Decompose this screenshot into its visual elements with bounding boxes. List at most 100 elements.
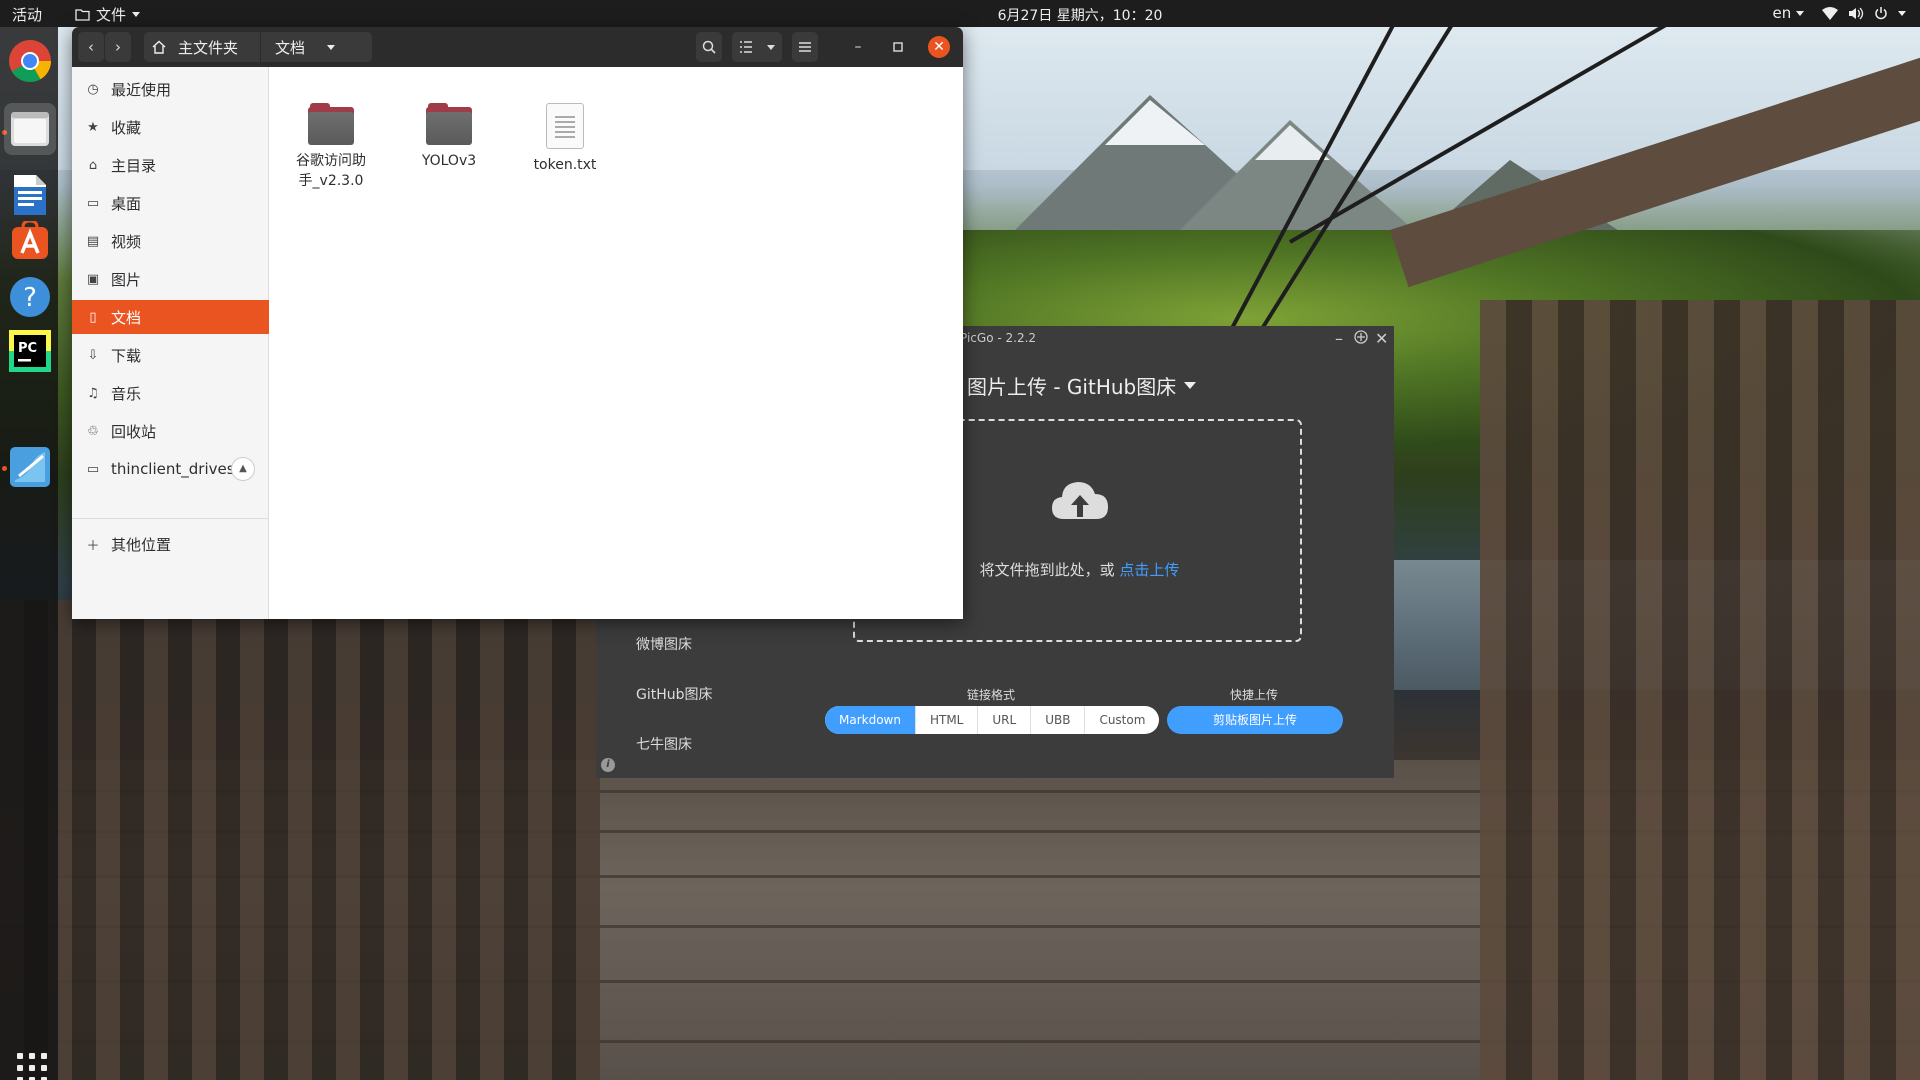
desktop-icon: ▭ [86,195,100,211]
sidebar-item-label: 回收站 [111,422,157,441]
star-icon: ★ [87,119,99,135]
breadcrumb-documents[interactable]: 文档 [275,32,336,62]
document-icon: ▯ [89,309,97,325]
sidebar-item-label: 视频 [111,232,142,251]
dock: ? PC [0,27,58,1080]
format-html[interactable]: HTML [916,706,979,734]
sidebar-item-thinclient-drives[interactable]: ▭ thinclient_drives ▲ [72,452,269,486]
file-item[interactable]: 谷歌访问助 手_v2.3.0 [276,103,386,192]
format-ubb[interactable]: UBB [1031,706,1086,734]
sidebar-item-trash[interactable]: ♲ 回收站 [72,414,269,448]
chevron-right-icon: › [115,38,121,56]
maximize-button[interactable] [887,36,909,58]
help-icon: ? [10,277,50,317]
software-launcher[interactable] [8,219,52,263]
link-format-selector: Markdown HTML URL UBB Custom [825,706,1160,734]
sidebar-item-label: 桌面 [111,194,142,213]
file-item[interactable]: YOLOv3 [394,103,504,171]
file-manager-window: ‹ › 主文件夹 文档 – ✕ ◷ 最近使用 ★ 收藏 ⌂ 主目录 ▭ 桌面 ▤… [72,27,963,619]
language-indicator[interactable]: en [1772,4,1804,22]
help-launcher[interactable]: ? [8,275,52,319]
file-item[interactable]: token.txt [510,103,620,175]
sidebar-item-label: thinclient_drives [111,460,235,478]
pin-icon[interactable] [1354,329,1368,348]
top-bar: 活动 文件 6月27日 星期六，10：20 en [0,0,1920,27]
chevron-down-icon [1796,11,1804,16]
apps-grid-icon[interactable] [17,1053,47,1080]
click-upload-link[interactable]: 点击上传 [1119,561,1179,579]
maximize-icon [893,42,903,52]
picgo-icon [10,447,50,487]
file-manager-headerbar[interactable]: ‹ › 主文件夹 文档 – ✕ [72,27,963,67]
search-button[interactable] [696,32,722,62]
wifi-icon [1822,6,1838,20]
upload-title-text: 图片上传 - GitHub图床 [967,375,1177,399]
sidebar-item-label: 其他位置 [111,535,172,554]
sidebar-item-label: 主目录 [111,156,157,175]
writer-icon [14,175,46,215]
sidebar-item-pictures[interactable]: ▣ 图片 [72,262,269,296]
breadcrumb-documents-label: 文档 [275,38,306,57]
running-indicator [2,466,7,471]
sidebar-item-weibo[interactable]: 微博图床 [636,634,692,654]
sidebar-item-label: 音乐 [111,384,142,403]
home-icon: ⌂ [88,157,98,173]
svg-text:PC: PC [18,341,37,356]
menu-button[interactable] [792,32,818,62]
chevron-down-icon [1898,10,1906,16]
music-icon: ♫ [87,385,99,401]
trash-icon: ♲ [87,423,99,439]
sidebar-item-qiniu[interactable]: 七牛图床 [636,734,692,754]
breadcrumb-home[interactable]: 主文件夹 [152,32,238,62]
format-url[interactable]: URL [978,706,1032,734]
close-button[interactable]: ✕ [928,36,950,58]
writer-launcher[interactable] [8,173,52,217]
sidebar-item-music[interactable]: ♫ 音乐 [72,376,269,410]
minimize-button[interactable]: – [847,36,869,58]
pycharm-launcher[interactable]: PC [8,329,52,373]
back-button[interactable]: ‹ [78,32,104,62]
drive-icon: ▭ [86,461,100,477]
picgo-launcher[interactable] [8,445,52,489]
sidebar-item-desktop[interactable]: ▭ 桌面 [72,186,269,220]
picture-icon: ▣ [86,271,100,287]
chrome-icon [9,39,52,83]
sidebar-item-starred[interactable]: ★ 收藏 [72,110,269,144]
sidebar-item-downloads[interactable]: ⇩ 下载 [72,338,269,372]
files-launcher[interactable] [4,103,56,155]
sidebar-item-other-locations[interactable]: ＋ 其他位置 [72,527,269,561]
list-view-icon [740,41,752,53]
minimize-icon[interactable]: – [1335,329,1343,348]
upload-title[interactable]: 图片上传 - GitHub图床 [967,371,1197,400]
sidebar-divider [72,518,269,519]
close-icon: ✕ [933,39,945,55]
files-icon [11,112,49,146]
sidebar-item-github[interactable]: GitHub图床 [636,684,713,704]
format-markdown[interactable]: Markdown [825,706,916,734]
eject-icon[interactable]: ▲ [231,457,255,481]
power-icon [1875,7,1887,20]
sidebar-item-label: 图片 [111,270,142,289]
sidebar-item-recent[interactable]: ◷ 最近使用 [72,72,269,106]
sidebar-item-videos[interactable]: ▤ 视频 [72,224,269,258]
volume-icon [1849,7,1864,19]
video-icon: ▤ [86,233,100,249]
info-icon[interactable]: i [601,758,615,772]
sidebar-item-home[interactable]: ⌂ 主目录 [72,148,269,182]
file-name: 谷歌访问助 手_v2.3.0 [296,153,366,190]
view-options-button[interactable] [732,32,782,62]
close-icon[interactable]: ✕ [1375,329,1388,348]
chevron-left-icon: ‹ [88,38,94,56]
system-status-menu[interactable] [1822,6,1906,20]
pycharm-icon: PC [9,330,51,372]
file-view: 谷歌访问助 手_v2.3.0 YOLOv3 token.txt [270,67,963,619]
chrome-launcher[interactable] [8,39,52,83]
clock[interactable]: 6月27日 星期六，10：20 [0,5,1920,25]
sidebar-item-label: 最近使用 [111,80,172,99]
sidebar-item-label: 文档 [111,308,142,327]
format-custom[interactable]: Custom [1085,706,1159,734]
chevron-down-icon [1184,382,1197,389]
forward-button[interactable]: › [105,32,131,62]
sidebar-item-documents[interactable]: ▯ 文档 [72,300,269,334]
clipboard-upload-button[interactable]: 剪贴板图片上传 [1167,706,1343,734]
